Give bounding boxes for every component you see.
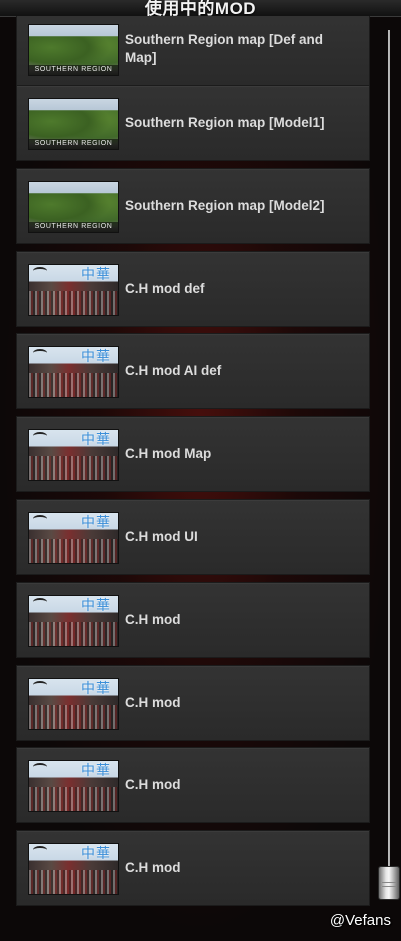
mod-list-item[interactable]: 中華 C.H mod AI def: [16, 333, 370, 409]
thumbnail-caption: SOUTHERN REGION: [29, 139, 118, 149]
title-bar: 使用中的MOD: [0, 0, 401, 18]
mod-name: Southern Region map [Model1]: [125, 115, 325, 130]
mod-list-item[interactable]: 中華 C.H mod: [16, 582, 370, 658]
thumbnail-caption: 中華: [81, 846, 111, 862]
mod-thumbnail: 中華: [28, 512, 119, 564]
roof-shape: [33, 846, 47, 854]
mod-thumbnail: 中華: [28, 346, 119, 398]
thumbnail-caption: 中華: [81, 349, 111, 365]
roof-shape: [33, 681, 47, 689]
mod-thumbnail: 中華: [28, 595, 119, 647]
roof-shape: [33, 598, 47, 606]
mod-list-item[interactable]: 中華 C.H mod: [16, 747, 370, 823]
roof-shape: [33, 515, 47, 523]
scrollbar-track[interactable]: [388, 30, 390, 890]
mod-name: C.H mod: [125, 777, 181, 792]
mod-list-item[interactable]: SOUTHERN REGION Southern Region map [Def…: [16, 16, 370, 87]
mod-name: C.H mod: [125, 612, 181, 627]
watermark-text: @Vefans: [329, 912, 391, 929]
thumbnail-caption: SOUTHERN REGION: [29, 222, 118, 232]
mod-list-item[interactable]: 中華 C.H mod UI: [16, 499, 370, 575]
mod-thumbnail: 中華: [28, 429, 119, 481]
mod-thumbnail: 中華: [28, 760, 119, 812]
mod-list-item[interactable]: SOUTHERN REGION Southern Region map [Mod…: [16, 85, 370, 161]
mod-list-item[interactable]: 中華 C.H mod Map: [16, 416, 370, 492]
thumbnail-caption: 中華: [81, 681, 111, 697]
mod-name: Southern Region map [Model2]: [125, 198, 325, 213]
thumbnail-caption: 中華: [81, 598, 111, 614]
mod-thumbnail: SOUTHERN REGION: [28, 181, 119, 233]
thumbnail-caption: 中華: [81, 763, 111, 779]
mod-thumbnail: 中華: [28, 264, 119, 316]
thumbnail-caption: 中華: [81, 267, 111, 283]
roof-shape: [33, 763, 47, 771]
vertical-scrollbar[interactable]: [378, 16, 401, 916]
mod-panel: 使用中的MOD SOUTHERN REGION Southern Region …: [0, 0, 401, 941]
mod-thumbnail: SOUTHERN REGION: [28, 24, 119, 76]
mod-list-item[interactable]: SOUTHERN REGION Southern Region map [Mod…: [16, 168, 370, 244]
mod-name: C.H mod Map: [125, 446, 212, 461]
thumbnail-caption: 中華: [81, 515, 111, 531]
mod-name: C.H mod AI def: [125, 363, 222, 378]
mod-thumbnail: 中華: [28, 843, 119, 895]
thumbnail-caption: 中華: [81, 432, 111, 448]
mod-list-item[interactable]: 中華 C.H mod: [16, 830, 370, 906]
mod-name: C.H mod def: [125, 281, 205, 296]
thumbnail-caption: SOUTHERN REGION: [29, 65, 118, 75]
mod-name: Southern Region map [Def and Map]: [125, 32, 324, 65]
mod-name: C.H mod: [125, 860, 181, 875]
mod-name: C.H mod UI: [125, 529, 198, 544]
roof-shape: [33, 432, 47, 440]
mod-thumbnail: 中華: [28, 678, 119, 730]
roof-shape: [33, 267, 47, 275]
scrollbar-thumb[interactable]: [378, 866, 400, 900]
mod-list-item[interactable]: 中華 C.H mod: [16, 665, 370, 741]
mod-thumbnail: SOUTHERN REGION: [28, 98, 119, 150]
mod-list[interactable]: SOUTHERN REGION Southern Region map [Def…: [4, 16, 376, 916]
roof-shape: [33, 349, 47, 357]
mod-name: C.H mod: [125, 695, 181, 710]
mod-list-item[interactable]: 中華 C.H mod def: [16, 251, 370, 327]
